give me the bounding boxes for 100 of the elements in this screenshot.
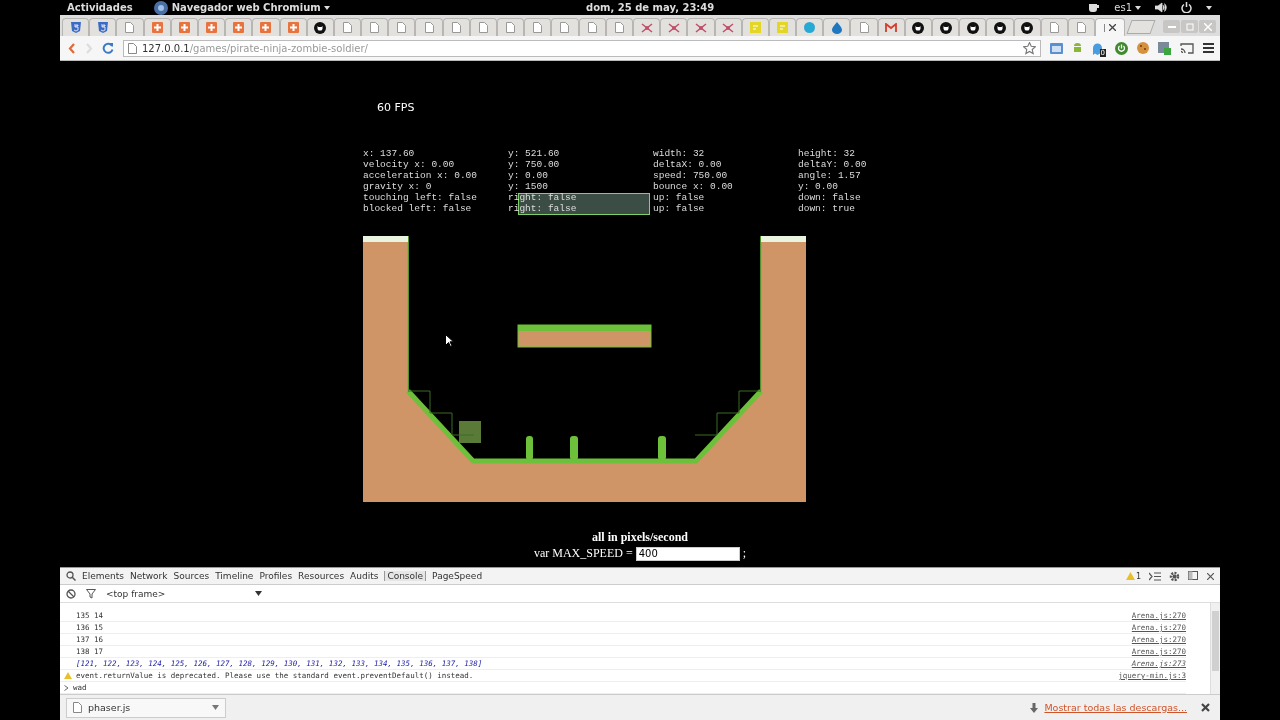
debug-text: gravity x: 0 xyxy=(363,181,433,192)
cat-icon xyxy=(939,21,952,34)
keyboard-menu[interactable]: es1 xyxy=(1114,2,1141,13)
bug-icon xyxy=(667,22,680,33)
robot-icon[interactable] xyxy=(1071,42,1083,54)
plus-icon xyxy=(287,22,299,33)
speed-note: all in pixels/second xyxy=(591,530,689,544)
browser-tab[interactable] xyxy=(306,18,334,36)
prompt-icon xyxy=(64,684,69,691)
caret-icon xyxy=(1135,5,1141,10)
page-icon xyxy=(342,22,352,33)
grid-icon[interactable] xyxy=(1158,41,1171,55)
debug-text: speed: 750.00 xyxy=(653,170,729,181)
browser-tab[interactable] xyxy=(986,18,1014,36)
shield-icon xyxy=(97,22,108,33)
debug-text: acceleration x: 0.00 xyxy=(363,170,479,181)
shield-icon xyxy=(70,22,81,33)
address-bar[interactable]: 127.0.0.1/games/pirate-ninja-zombie-soldier/ xyxy=(123,39,1041,57)
console-drawer-icon[interactable] xyxy=(1149,571,1161,581)
cast-icon[interactable] xyxy=(1180,42,1194,54)
browser-tab[interactable] xyxy=(904,18,932,36)
clock[interactable]: dom, 25 de may, 23:49 xyxy=(586,2,715,13)
page-icon xyxy=(1077,22,1087,33)
folder-icon[interactable] xyxy=(1049,42,1063,54)
devtools-tab[interactable]: Elements xyxy=(82,571,124,581)
dock-icon[interactable] xyxy=(1188,571,1199,581)
debug-text: up: false xyxy=(653,192,706,203)
debug-text: deltaX: 0.00 xyxy=(653,159,723,170)
maximize-icon xyxy=(1185,22,1194,31)
page-icon xyxy=(533,22,543,33)
page-icon xyxy=(125,22,135,33)
page-icon xyxy=(1049,22,1059,33)
browser-tab[interactable] xyxy=(959,18,987,36)
plus-icon xyxy=(260,22,272,33)
cup-icon[interactable] xyxy=(1088,2,1101,13)
search-icon[interactable] xyxy=(66,571,76,581)
debug-text: bounce x: 0.00 xyxy=(653,181,734,192)
scrollbar[interactable] xyxy=(1210,603,1220,694)
close-window-button[interactable] xyxy=(1199,20,1216,33)
devtools-tab[interactable]: Timeline xyxy=(215,571,254,581)
plus-icon xyxy=(206,22,218,33)
warning-icon xyxy=(64,672,72,679)
page-icon xyxy=(560,22,570,33)
devtools-tab[interactable]: Profiles xyxy=(259,571,293,581)
debug-text: touching left: false xyxy=(363,192,479,203)
bug-icon xyxy=(640,22,653,33)
reload-icon[interactable] xyxy=(102,42,114,54)
close-icon[interactable] xyxy=(1207,572,1214,580)
star-icon[interactable] xyxy=(1022,41,1036,55)
filter-icon[interactable] xyxy=(86,588,96,599)
download-item[interactable]: phaser.js xyxy=(66,697,226,718)
frame-selector[interactable]: <top frame> xyxy=(106,588,263,599)
close-icon[interactable] xyxy=(1201,703,1210,712)
close-icon[interactable] xyxy=(1109,24,1117,31)
debug-text: velocity x: 0.00 xyxy=(363,159,456,170)
debug-text: y: 521.60 xyxy=(508,148,561,159)
browser-tab[interactable] xyxy=(1095,18,1126,36)
devtools-tab[interactable]: Sources xyxy=(173,571,210,581)
max-speed-input[interactable]: 400 xyxy=(635,546,740,561)
page-icon xyxy=(614,22,624,33)
minimize-button[interactable] xyxy=(1163,20,1180,33)
devtools-tab[interactable]: Console xyxy=(384,571,427,581)
browser-tab[interactable] xyxy=(1013,18,1041,36)
back-icon[interactable] xyxy=(68,42,76,54)
debug-text: y: 0.00 xyxy=(508,170,549,181)
debug-text: deltaY: 0.00 xyxy=(798,159,868,170)
devtools-tab[interactable]: PageSpeed xyxy=(432,571,483,581)
app-menu[interactable]: Navegador web Chromium xyxy=(152,0,330,15)
debug-text: x: 137.60 xyxy=(363,148,416,159)
page-icon xyxy=(587,22,597,33)
mail-icon xyxy=(885,23,898,32)
warning-counter[interactable]: 1 xyxy=(1125,571,1141,581)
bug-icon xyxy=(694,22,707,33)
caret-icon xyxy=(255,591,263,596)
cat-icon xyxy=(966,21,979,34)
devtools-tab[interactable]: Audits xyxy=(350,571,379,581)
circle-icon xyxy=(804,22,816,33)
plus-icon xyxy=(151,22,163,33)
debug-text: angle: 1.57 xyxy=(798,170,862,181)
devtools-tab[interactable]: Resources xyxy=(298,571,345,581)
activities-button[interactable]: Actividades xyxy=(67,2,133,13)
menu-icon[interactable] xyxy=(1203,43,1214,53)
devtools-tab[interactable]: Network xyxy=(129,571,168,581)
cat-icon xyxy=(912,21,925,34)
cat-icon xyxy=(993,21,1006,34)
fps-counter: 60 FPS xyxy=(377,101,416,114)
settings-icon[interactable] xyxy=(1169,570,1180,582)
page-icon xyxy=(370,22,380,33)
power-icon[interactable] xyxy=(1181,2,1192,13)
note-icon xyxy=(749,22,761,33)
cookie-icon[interactable] xyxy=(1137,42,1149,54)
page-icon xyxy=(128,42,137,54)
browser-tab[interactable] xyxy=(932,18,960,36)
cat-icon xyxy=(1021,21,1034,34)
volume-icon[interactable] xyxy=(1155,2,1167,13)
clear-icon[interactable] xyxy=(66,588,76,599)
show-all-downloads-link[interactable]: Mostrar todas las descargas... xyxy=(1044,702,1187,713)
page-icon xyxy=(506,22,516,33)
page-icon xyxy=(478,22,488,33)
semicolon-text: ; xyxy=(742,546,747,561)
